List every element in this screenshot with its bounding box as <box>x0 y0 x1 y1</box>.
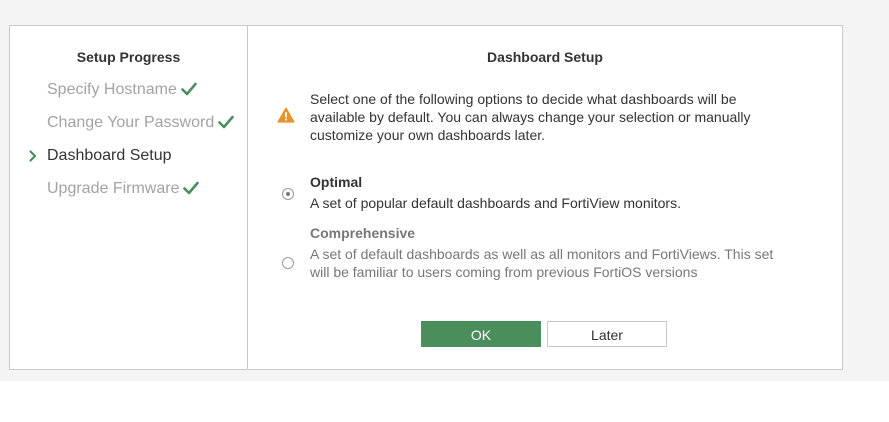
step-label: Specify Hostname <box>47 81 177 98</box>
option-description: A set of default dashboards as well as a… <box>310 246 774 280</box>
setup-progress-sidebar: Setup Progress Specify Hostname Change Y… <box>10 26 248 369</box>
setup-dialog: Setup Progress Specify Hostname Change Y… <box>9 25 843 370</box>
ok-button[interactable]: OK <box>421 321 541 347</box>
warning-triangle-icon <box>277 107 295 128</box>
option-title: Optimal <box>310 174 363 190</box>
step-change-password: Change Your Password <box>10 112 247 145</box>
step-label: Change Your Password <box>47 114 215 131</box>
step-dashboard-setup: Dashboard Setup <box>10 145 247 178</box>
step-label: Upgrade Firmware <box>47 180 180 197</box>
intro-text: Select one of the following options to d… <box>310 91 751 143</box>
option-title: Comprehensive <box>310 225 416 241</box>
panel-title: Dashboard Setup <box>487 49 603 65</box>
step-label: Dashboard Setup <box>47 147 172 164</box>
radio-optimal[interactable] <box>282 188 294 200</box>
checkmark-icon <box>183 180 200 202</box>
later-button[interactable]: Later <box>547 321 667 347</box>
steps-list: Specify Hostname Change Your Password Da… <box>10 79 247 211</box>
radio-comprehensive[interactable] <box>282 257 294 269</box>
step-specify-hostname: Specify Hostname <box>10 79 247 112</box>
option-description: A set of popular default dashboards and … <box>310 195 681 211</box>
checkmark-icon <box>181 81 197 103</box>
dashboard-setup-panel: Dashboard Setup Select one of the follow… <box>248 26 842 369</box>
page-background: Setup Progress Specify Hostname Change Y… <box>0 0 889 381</box>
option-optimal[interactable]: Optimal A set of popular default dashboa… <box>310 172 780 212</box>
option-comprehensive[interactable]: Comprehensive A set of default dashboard… <box>310 223 780 281</box>
sidebar-title: Setup Progress <box>76 49 181 65</box>
chevron-right-icon <box>29 145 37 167</box>
checkmark-icon <box>218 114 235 136</box>
step-upgrade-firmware: Upgrade Firmware <box>10 178 247 211</box>
